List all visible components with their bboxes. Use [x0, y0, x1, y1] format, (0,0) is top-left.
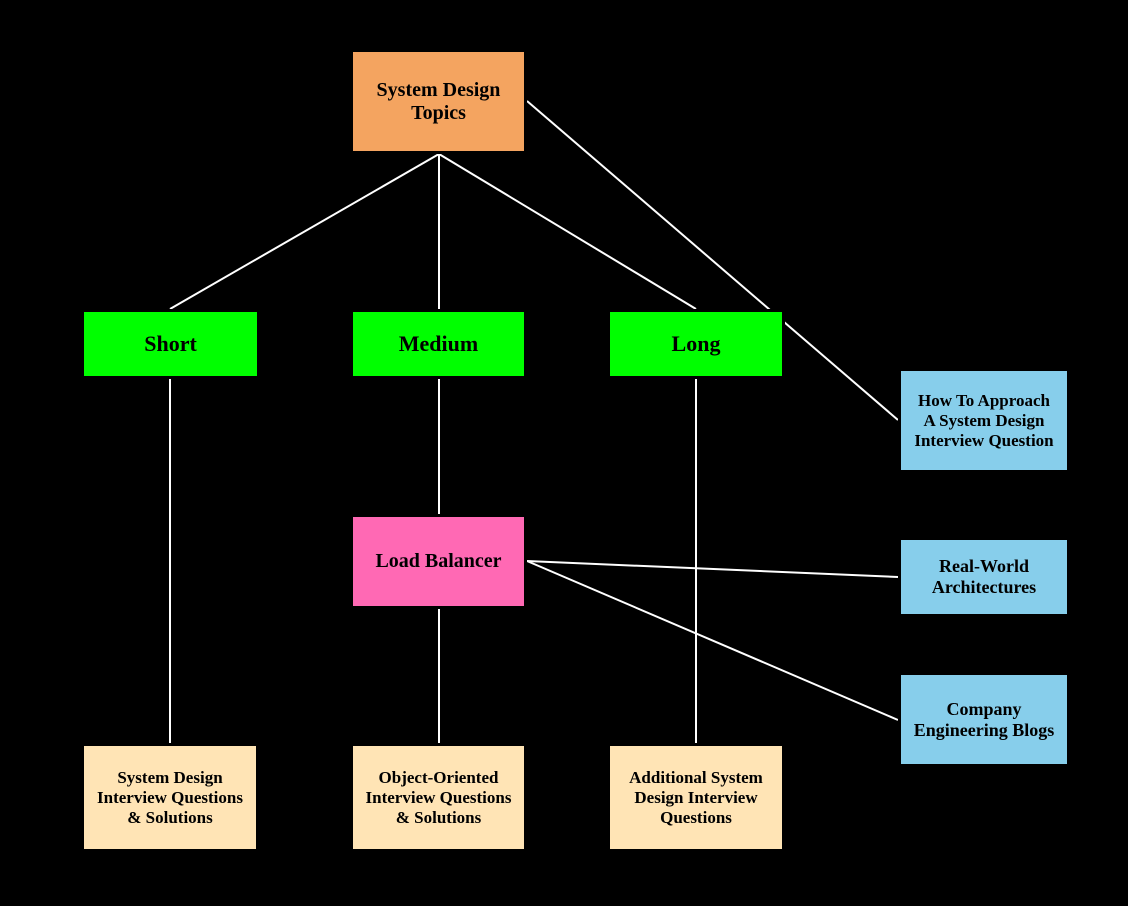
short-node[interactable]: Short [81, 309, 260, 379]
how-to-approach-node[interactable]: How To Approach A System Design Intervie… [898, 368, 1070, 473]
company-engineering-blogs-node[interactable]: Company Engineering Blogs [898, 672, 1070, 767]
system-design-interview-qs-node[interactable]: System Design Interview Questions & Solu… [81, 743, 259, 852]
medium-node[interactable]: Medium [350, 309, 527, 379]
additional-system-design-node[interactable]: Additional System Design Interview Quest… [607, 743, 785, 852]
load-balancer-node[interactable]: Load Balancer [350, 514, 527, 609]
system-design-topics-node[interactable]: System Design Topics [350, 49, 527, 154]
oo-interview-qs-node[interactable]: Object-Oriented Interview Questions & So… [350, 743, 527, 852]
long-node[interactable]: Long [607, 309, 785, 379]
real-world-architectures-node[interactable]: Real-World Architectures [898, 537, 1070, 617]
